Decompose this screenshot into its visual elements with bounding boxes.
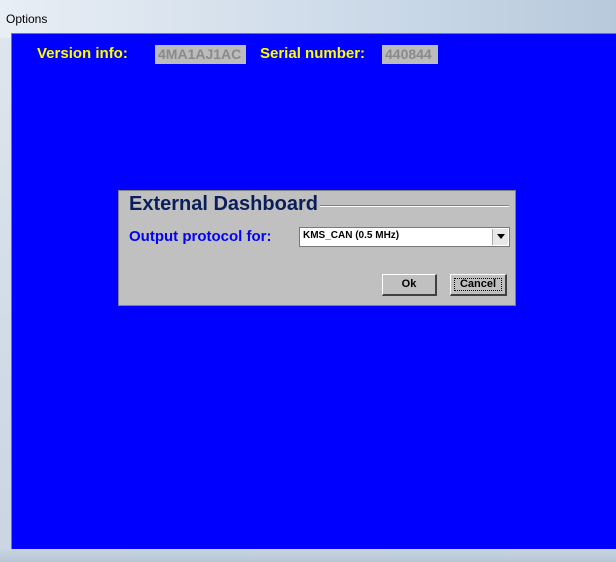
main-panel: Version info: 4MA1AJ1AC Serial number: 4…: [11, 33, 616, 549]
window-title: Options: [6, 12, 48, 26]
output-protocol-label: Output protocol for:: [129, 228, 272, 245]
ok-button[interactable]: Ok: [382, 274, 437, 296]
serial-number-label: Serial number:: [260, 45, 366, 62]
version-info-label: Version info:: [37, 45, 128, 62]
external-dashboard-dialog: External Dashboard Output protocol for: …: [118, 190, 516, 306]
serial-number-value: 440844: [382, 45, 438, 64]
group-title: External Dashboard: [127, 193, 320, 215]
options-window: Options Version info: 4MA1AJ1AC Serial n…: [0, 0, 616, 562]
cancel-button[interactable]: Cancel: [450, 274, 507, 296]
ok-button-label: Ok: [401, 278, 417, 290]
dropdown-button[interactable]: [492, 229, 508, 245]
output-protocol-selected-value: KMS_CAN (0.5 MHz): [303, 230, 400, 241]
window-bottom-border: [0, 549, 616, 562]
version-info-value: 4MA1AJ1AC: [155, 45, 246, 64]
cancel-button-label: Cancel: [459, 278, 497, 290]
chevron-down-icon: [497, 234, 505, 239]
output-protocol-select[interactable]: KMS_CAN (0.5 MHz): [299, 227, 510, 247]
